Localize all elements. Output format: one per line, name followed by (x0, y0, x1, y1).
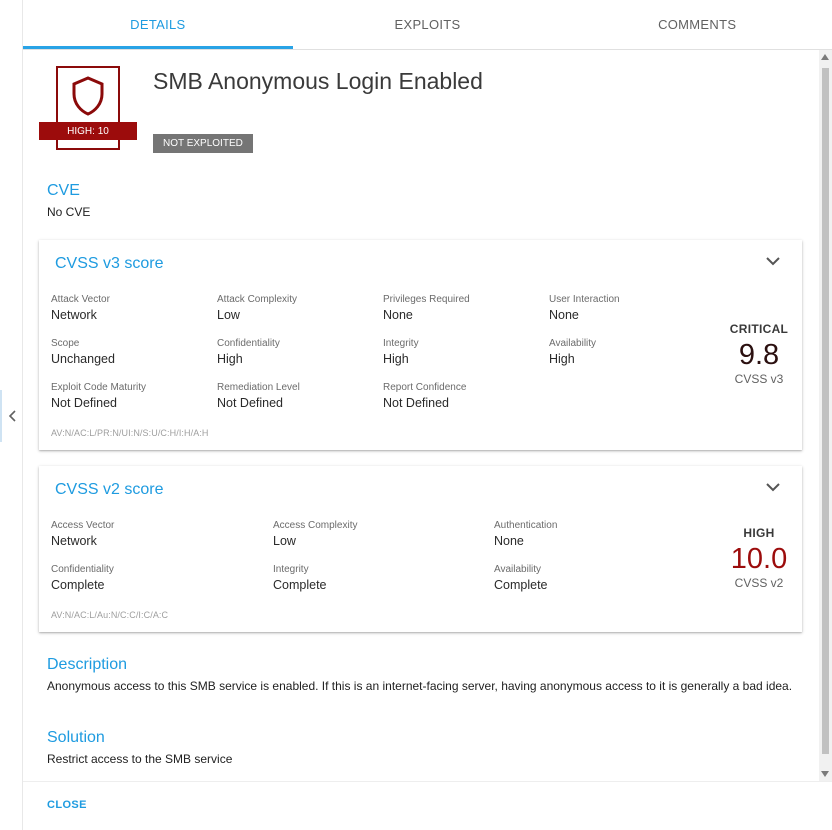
dialog-footer: CLOSE (23, 781, 832, 830)
cvss2-score: HIGH 10.0 CVSS v2 (709, 526, 809, 590)
scrollbar-thumb[interactable] (822, 68, 829, 754)
cvss3-metric: Integrity High (383, 338, 419, 366)
cvss3-card: CVSS v3 score Attack Vector Network Attac… (39, 240, 802, 450)
cvss3-metric: Confidentiality High (217, 338, 280, 366)
cvss3-metric: Exploit Code Maturity Not Defined (51, 382, 147, 410)
cvss3-title: CVSS v3 score (55, 255, 164, 272)
details-content: HIGH: 10 SMB Anonymous Login Enabled NOT… (23, 50, 819, 781)
cve-value: No CVE (47, 205, 91, 219)
cvss3-metric: Scope Unchanged (51, 338, 115, 366)
cvss2-title: CVSS v2 score (55, 481, 164, 498)
cvss2-metric: Availability Complete (494, 564, 548, 592)
scroll-up-arrow[interactable] (821, 54, 829, 60)
cvss2-metric: Confidentiality Complete (51, 564, 114, 592)
cvss3-metric: Attack Complexity Low (217, 294, 298, 322)
cvss3-metric: Attack Vector Network (51, 294, 110, 322)
cvss3-metric: Privileges Required None (383, 294, 470, 322)
shield-icon (72, 76, 104, 116)
cvss2-metric: Access Vector Network (51, 520, 115, 548)
cvss3-metric: Remediation Level Not Defined (217, 382, 300, 410)
close-button[interactable]: CLOSE (47, 799, 87, 811)
tab-details[interactable]: DETAILS (23, 0, 293, 49)
page-title: SMB Anonymous Login Enabled (153, 68, 483, 94)
left-panel-rail (0, 0, 23, 830)
tab-exploits[interactable]: EXPLOITS (293, 0, 563, 49)
cvss2-metric: Access Complexity Low (273, 520, 358, 548)
cvss3-severity: CRITICAL (729, 322, 789, 336)
cvss3-vector: AV:N/AC:L/PR:N/UI:N/S:U/C:H/I:H/A:H (51, 428, 209, 438)
exploit-status-badge: NOT EXPLOITED (153, 134, 253, 153)
cvss2-metric: Integrity Complete (273, 564, 327, 592)
cvss3-metric: Report Confidence Not Defined (383, 382, 467, 410)
solution-heading: Solution (47, 729, 105, 746)
chevron-down-icon[interactable] (766, 256, 780, 266)
cvss3-version: CVSS v3 (734, 372, 784, 386)
cvss3-score: CRITICAL 9.8 CVSS v3 (709, 322, 809, 386)
tab-bar: DETAILS EXPLOITS COMMENTS (23, 0, 832, 50)
description-text: Anonymous access to this SMB service is … (47, 679, 793, 693)
cvss2-severity: HIGH (743, 526, 775, 540)
cvss3-metric: Availability High (549, 338, 597, 366)
collapse-panel-button[interactable] (0, 390, 23, 442)
solution-text: Restrict access to the SMB service (47, 752, 233, 766)
cvss3-metric: User Interaction None (549, 294, 620, 322)
active-tab-indicator (23, 46, 293, 49)
cvss3-score-value: 9.8 (738, 339, 780, 371)
cvss2-version: CVSS v2 (734, 576, 784, 590)
cvss2-vector: AV:N/AC:L/Au:N/C:C/I:C/A:C (51, 610, 169, 620)
cvss2-score-value: 10.0 (730, 543, 788, 575)
cve-heading: CVE (47, 182, 80, 199)
chevron-down-icon[interactable] (766, 482, 780, 492)
tab-comments[interactable]: COMMENTS (562, 0, 832, 49)
chevron-left-icon (8, 410, 16, 422)
description-heading: Description (47, 656, 128, 673)
scroll-down-arrow[interactable] (821, 771, 829, 777)
severity-label: HIGH: 10 (39, 122, 137, 140)
cvss2-metric: Authentication None (494, 520, 558, 548)
scrollbar[interactable] (819, 50, 832, 781)
cvss2-card: CVSS v2 score Access Vector Network Acces… (39, 466, 802, 632)
vulnerability-dialog: DETAILS EXPLOITS COMMENTS HIGH: 10 SMB A… (23, 0, 832, 830)
